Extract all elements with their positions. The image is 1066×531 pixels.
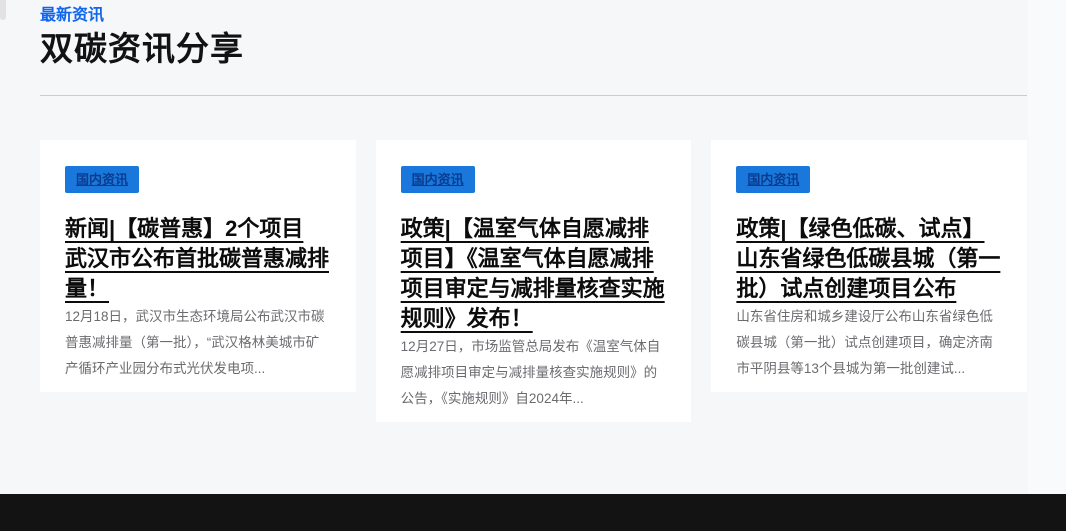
article-excerpt: 12月18日，武汉市生态环境局公布武汉市碳普惠减排量（第一批），“武汉格林美城市… (65, 304, 331, 382)
news-card[interactable]: 国内资讯新闻|【碳普惠】2个项目 武汉市公布首批碳普惠减排 量！12月18日，武… (40, 140, 356, 392)
page-title: 双碳资讯分享 (40, 30, 1027, 68)
category-badge[interactable]: 国内资讯 (736, 166, 810, 193)
article-title-link[interactable]: 政策|【温室气体自愿减排 项目】《温室气体自愿减排 项目审定与减排量核查实施 规… (401, 214, 667, 334)
category-badge[interactable]: 国内资讯 (65, 166, 139, 193)
article-excerpt: 12月27日，市场监管总局发布《温室气体自愿减排项目审定与减排量核查实施规则》的… (401, 334, 667, 412)
news-section-page: 最新资讯 双碳资讯分享 国内资讯新闻|【碳普惠】2个项目 武汉市公布首批碳普惠减… (0, 0, 1066, 531)
article-title-link[interactable]: 政策|【绿色低碳、试点】 山东省绿色低碳县城（第一 批）试点创建项目公布 (736, 214, 1002, 304)
right-gutter (1028, 0, 1066, 494)
article-excerpt: 山东省住房和城乡建设厅公布山东省绿色低碳县城（第一批）试点创建项目，确定济南市平… (736, 304, 1002, 382)
footer-bar (0, 494, 1066, 531)
news-card[interactable]: 国内资讯政策|【绿色低碳、试点】 山东省绿色低碳县城（第一 批）试点创建项目公布… (711, 140, 1027, 392)
scrollbar-fragment[interactable] (0, 0, 6, 20)
content-container: 最新资讯 双碳资讯分享 国内资讯新闻|【碳普惠】2个项目 武汉市公布首批碳普惠减… (40, 0, 1027, 422)
header-divider (40, 95, 1027, 96)
article-title-link[interactable]: 新闻|【碳普惠】2个项目 武汉市公布首批碳普惠减排 量！ (65, 214, 331, 304)
news-card[interactable]: 国内资讯政策|【温室气体自愿减排 项目】《温室气体自愿减排 项目审定与减排量核查… (376, 140, 692, 422)
category-badge[interactable]: 国内资讯 (401, 166, 475, 193)
section-eyebrow-label: 最新资讯 (40, 6, 1027, 26)
news-cards-row: 国内资讯新闻|【碳普惠】2个项目 武汉市公布首批碳普惠减排 量！12月18日，武… (40, 140, 1027, 422)
